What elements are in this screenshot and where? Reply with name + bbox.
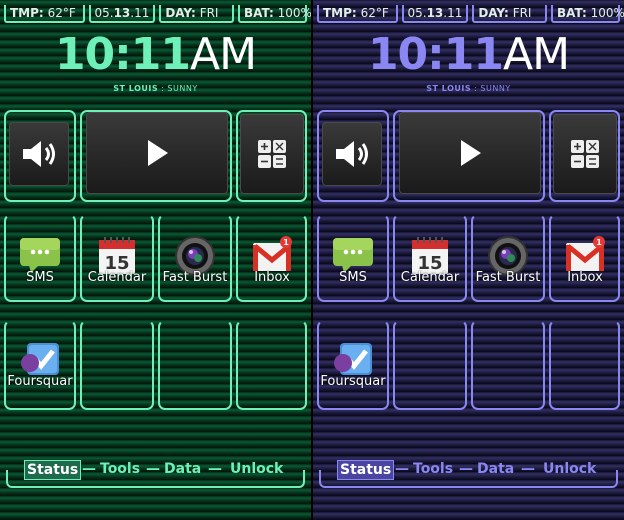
- app-label: Foursquar: [320, 374, 386, 389]
- clock: 10:11AM: [0, 30, 311, 80]
- app-inbox[interactable]: 1 Inbox: [234, 220, 310, 300]
- volume-button[interactable]: [9, 122, 69, 186]
- clock-time: 10:11: [54, 29, 191, 80]
- app-label: Fast Burst: [162, 270, 228, 285]
- app-calendar[interactable]: 15 Calendar: [392, 220, 468, 300]
- day-box: DAY: FRI: [472, 5, 547, 23]
- date-box: 05.13.11: [401, 5, 469, 23]
- app-foursquare[interactable]: Foursquar: [315, 324, 391, 408]
- app-label: Foursquar: [7, 374, 73, 389]
- app-label: Fast Burst: [475, 270, 541, 285]
- app-sms[interactable]: SMS: [315, 220, 391, 300]
- day-box: DAY: FRI: [159, 5, 234, 23]
- temperature-box: TMP: 62°F: [4, 5, 85, 23]
- tab-tools[interactable]: Tools: [100, 460, 140, 478]
- app-calendar[interactable]: 15 Calendar: [79, 220, 155, 300]
- tab-unlock[interactable]: Unlock: [230, 460, 283, 478]
- tab-data[interactable]: Data: [477, 460, 514, 478]
- nav-separator: —: [395, 461, 409, 477]
- app-label: Inbox: [254, 270, 290, 285]
- battery-box: BAT: 100%: [550, 5, 624, 23]
- nav-separator: —: [521, 461, 535, 477]
- status-bar: TMP: 62°F 05.13.11 DAY: FRI BAT: 100%: [4, 5, 311, 25]
- tab-tools[interactable]: Tools: [413, 460, 453, 478]
- location-weather: ST LOUIS : SUNNY: [113, 84, 198, 93]
- app-fast-burst[interactable]: Fast Burst: [470, 220, 546, 300]
- day-value: FRI: [512, 6, 532, 20]
- battery-box: BAT: 100%: [237, 5, 311, 23]
- nav-separator: —: [459, 461, 473, 477]
- calculator-button[interactable]: [553, 114, 617, 194]
- calculator-icon: [571, 140, 599, 168]
- app-slot-frame: [236, 320, 307, 410]
- app-slot-frame: [549, 320, 620, 410]
- svg-text:1: 1: [596, 238, 602, 247]
- nav-separator: —: [146, 461, 160, 477]
- app-slot-frame: [80, 320, 154, 410]
- tab-status[interactable]: Status: [24, 460, 82, 480]
- lockscreen-panel-purple: TMP: 62°F 05.13.11 DAY: FRI BAT: 100% 10…: [313, 0, 624, 520]
- temperature-value: 62°F: [360, 6, 389, 20]
- calculator-icon: [258, 140, 286, 168]
- speaker-icon: [336, 141, 368, 167]
- nav-separator: —: [82, 461, 96, 477]
- day-value: FRI: [199, 6, 219, 20]
- calculator-button[interactable]: [240, 114, 304, 194]
- speaker-icon: [23, 141, 55, 167]
- play-icon: [148, 140, 168, 166]
- app-label: Calendar: [400, 270, 460, 285]
- date-box: 05.13.11: [88, 5, 156, 23]
- app-slot-frame: [158, 320, 232, 410]
- volume-button[interactable]: [322, 122, 382, 186]
- lockscreen-panel-green: TMP: 62°F 05.13.11 DAY: FRI BAT: 100% 10…: [0, 0, 311, 520]
- app-label: SMS: [339, 270, 367, 285]
- play-button[interactable]: [399, 112, 541, 194]
- app-label: SMS: [26, 270, 54, 285]
- app-fast-burst[interactable]: Fast Burst: [157, 220, 233, 300]
- play-icon: [461, 140, 481, 166]
- app-label: Inbox: [567, 270, 603, 285]
- location-weather: ST LOUIS : SUNNY: [426, 84, 511, 93]
- svg-text:1: 1: [283, 238, 289, 247]
- temperature-box: TMP: 62°F: [317, 5, 398, 23]
- nav-separator: —: [208, 461, 222, 477]
- clock-ampm: AM: [190, 29, 257, 80]
- tab-data[interactable]: Data: [164, 460, 201, 478]
- tab-status[interactable]: Status: [337, 460, 395, 480]
- app-inbox[interactable]: 1 Inbox: [547, 220, 623, 300]
- clock: 10:11AM: [313, 30, 624, 80]
- app-label: Calendar: [87, 270, 147, 285]
- app-sms[interactable]: SMS: [2, 220, 78, 300]
- battery-value: 100%: [590, 6, 624, 20]
- temperature-value: 62°F: [47, 6, 76, 20]
- tab-unlock[interactable]: Unlock: [543, 460, 596, 478]
- app-slot-frame: [471, 320, 545, 410]
- app-slot-frame: [393, 320, 467, 410]
- battery-value: 100%: [277, 6, 311, 20]
- play-button[interactable]: [86, 112, 228, 194]
- bottom-nav: Status — Tools — Data — Unlock: [0, 458, 311, 488]
- bottom-nav: Status — Tools — Data — Unlock: [313, 458, 624, 488]
- clock-ampm: AM: [503, 29, 570, 80]
- clock-time: 10:11: [367, 29, 504, 80]
- status-bar: TMP: 62°F 05.13.11 DAY: FRI BAT: 100%: [317, 5, 624, 25]
- app-foursquare[interactable]: Foursquar: [2, 324, 78, 408]
